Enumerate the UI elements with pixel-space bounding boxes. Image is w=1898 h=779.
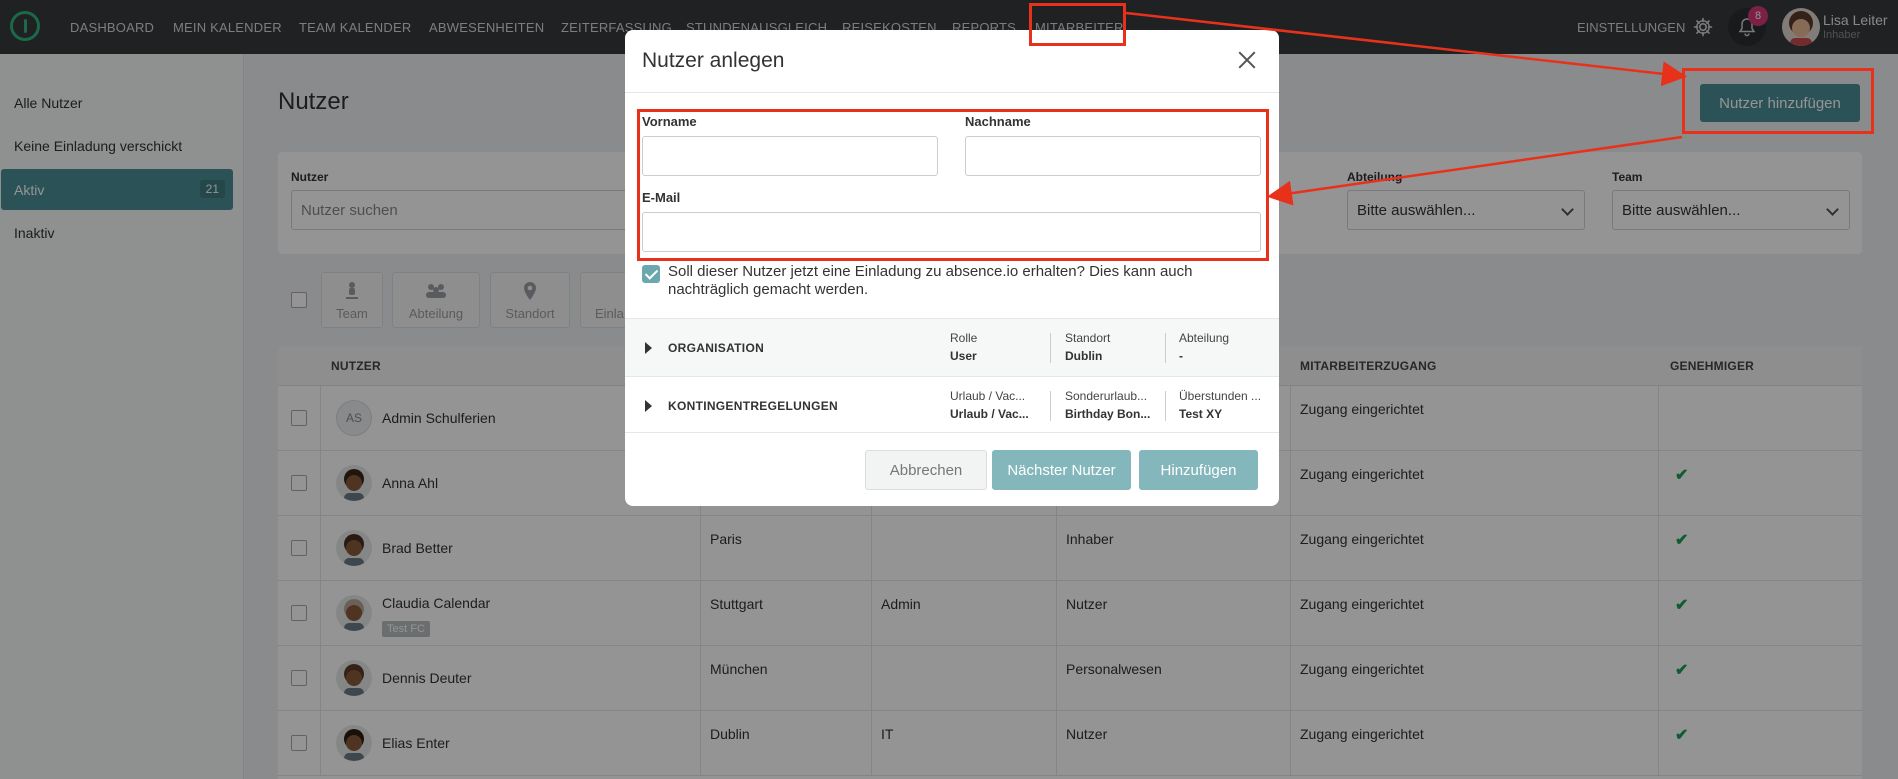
annotation-arrows	[1125, 11, 1687, 206]
